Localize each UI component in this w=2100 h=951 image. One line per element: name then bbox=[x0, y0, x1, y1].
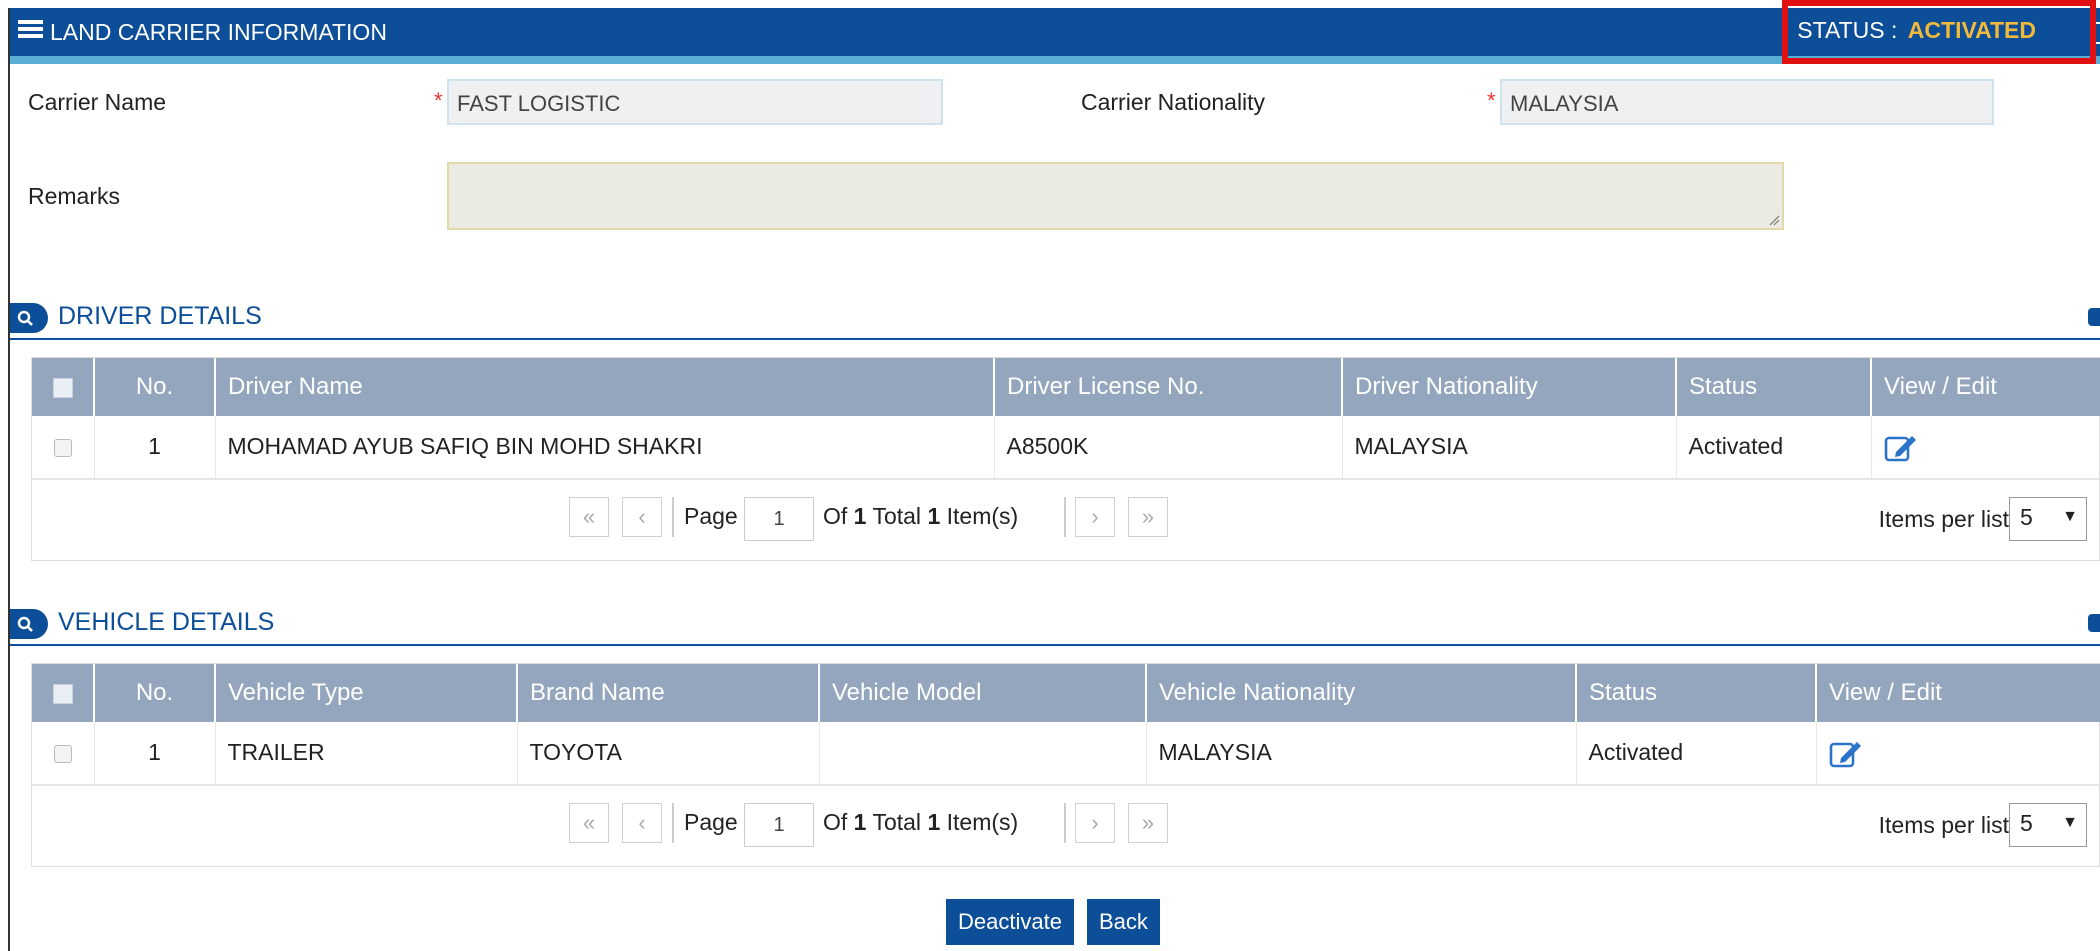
table-header-row: No. Driver Name Driver License No. Drive… bbox=[32, 358, 2100, 416]
driver-table: No. Driver Name Driver License No. Drive… bbox=[31, 357, 2100, 561]
items-per-list-select[interactable]: 5 ▼ bbox=[2009, 496, 2087, 541]
column-header[interactable]: Vehicle Model bbox=[819, 664, 1147, 722]
chevron-down-icon: ▼ bbox=[2062, 507, 2078, 525]
items-per-list-label: Items per list bbox=[1878, 811, 2009, 838]
vehicle-status-cell: Activated bbox=[1576, 722, 1817, 785]
view-edit-cell bbox=[1871, 416, 2100, 479]
resize-handle-icon[interactable] bbox=[1768, 214, 1780, 226]
prev-page-button[interactable]: ‹ bbox=[622, 496, 662, 537]
column-header[interactable]: Status bbox=[1576, 664, 1817, 722]
menu-icon bbox=[18, 20, 43, 42]
column-header[interactable]: Driver Nationality bbox=[1342, 358, 1677, 416]
select-all-checkbox[interactable] bbox=[32, 358, 95, 416]
column-header[interactable]: Vehicle Type bbox=[215, 664, 518, 722]
column-header[interactable]: No. bbox=[94, 664, 216, 722]
select-all-checkbox[interactable] bbox=[32, 664, 95, 722]
chevron-down-icon: ▼ bbox=[2062, 813, 2078, 831]
edit-icon[interactable] bbox=[1884, 432, 1918, 462]
back-button[interactable]: Back bbox=[1087, 899, 1160, 945]
items-per-list-label: Items per list bbox=[1878, 505, 2009, 532]
page-input[interactable]: 1 bbox=[744, 802, 814, 847]
column-header[interactable]: Status bbox=[1676, 358, 1872, 416]
vehicle-nationality-cell: MALAYSIA bbox=[1146, 722, 1577, 785]
table-row: 1 MOHAMAD AYUB SAFIQ BIN MOHD SHAKRI A85… bbox=[32, 416, 2100, 479]
pager-separator bbox=[672, 802, 674, 843]
column-header: View / Edit bbox=[1816, 664, 2100, 722]
vehicle-table: No. Vehicle Type Brand Name Vehicle Mode… bbox=[31, 663, 2100, 867]
edit-icon[interactable] bbox=[1829, 738, 1863, 768]
vehicle-details-header: VEHICLE DETAILS bbox=[10, 604, 2100, 646]
view-edit-cell bbox=[1816, 722, 2100, 785]
page-label: Page bbox=[684, 808, 738, 835]
vehicle-pager: « ‹ Page 1 Of 1 Total 1 Item(s) › » Item… bbox=[32, 784, 2099, 866]
column-header[interactable]: Brand Name bbox=[517, 664, 820, 722]
driver-pager: « ‹ Page 1 Of 1 Total 1 Item(s) › » Item… bbox=[32, 478, 2099, 560]
panel-title: LAND CARRIER INFORMATION bbox=[50, 19, 387, 45]
table-row: 1 TRAILER TOYOTA MALAYSIA Activated bbox=[32, 722, 2100, 785]
remarks-label: Remarks bbox=[28, 183, 121, 209]
column-header[interactable]: No. bbox=[94, 358, 216, 416]
driver-status-cell: Activated bbox=[1676, 416, 1872, 479]
row-checkbox[interactable] bbox=[32, 722, 95, 785]
vehicle-model-cell bbox=[819, 722, 1147, 785]
first-page-button[interactable]: « bbox=[569, 802, 609, 843]
page-input[interactable]: 1 bbox=[744, 496, 814, 541]
column-header[interactable]: Driver License No. bbox=[994, 358, 1343, 416]
table-header-row: No. Vehicle Type Brand Name Vehicle Mode… bbox=[32, 664, 2100, 722]
carrier-nationality-field[interactable]: MALAYSIA bbox=[1500, 79, 1994, 125]
search-icon[interactable] bbox=[10, 303, 48, 333]
collapse-icon[interactable] bbox=[2088, 308, 2100, 326]
driver-name-cell: MOHAMAD AYUB SAFIQ BIN MOHD SHAKRI bbox=[215, 416, 995, 479]
vehicle-type-cell: TRAILER bbox=[215, 722, 518, 785]
required-mark: * bbox=[434, 88, 443, 113]
search-icon[interactable] bbox=[10, 609, 48, 639]
items-per-list-value: 5 bbox=[2020, 503, 2033, 530]
column-header: View / Edit bbox=[1871, 358, 2100, 416]
page-label: Page bbox=[684, 502, 738, 529]
deactivate-button[interactable]: Deactivate bbox=[946, 899, 1074, 945]
driver-nationality-cell: MALAYSIA bbox=[1342, 416, 1677, 479]
page-summary: Of 1 Total 1 Item(s) bbox=[823, 502, 1019, 529]
next-page-button[interactable]: › bbox=[1075, 496, 1115, 537]
first-page-button[interactable]: « bbox=[569, 496, 609, 537]
carrier-nationality-label: Carrier Nationality bbox=[1081, 89, 1266, 115]
status-highlight-box bbox=[1782, 0, 2096, 64]
driver-details-header: DRIVER DETAILS bbox=[10, 298, 2100, 340]
page-summary: Of 1 Total 1 Item(s) bbox=[823, 808, 1019, 835]
carrier-name-label: Carrier Name bbox=[28, 89, 167, 115]
remarks-textarea[interactable] bbox=[447, 162, 1784, 230]
pager-separator bbox=[1064, 496, 1066, 537]
row-checkbox[interactable] bbox=[32, 416, 95, 479]
required-mark: * bbox=[1487, 88, 1496, 113]
column-header[interactable]: Driver Name bbox=[215, 358, 995, 416]
items-per-list-value: 5 bbox=[2020, 809, 2033, 836]
collapse-icon[interactable] bbox=[2088, 614, 2100, 632]
vehicle-details-title: VEHICLE DETAILS bbox=[58, 608, 275, 636]
page-left-border bbox=[8, 8, 10, 951]
last-page-button[interactable]: » bbox=[1128, 496, 1168, 537]
pager-separator bbox=[672, 496, 674, 537]
driver-details-title: DRIVER DETAILS bbox=[58, 302, 262, 330]
prev-page-button[interactable]: ‹ bbox=[622, 802, 662, 843]
row-number: 1 bbox=[94, 722, 216, 785]
items-per-list-select[interactable]: 5 ▼ bbox=[2009, 802, 2087, 847]
driver-license-cell: A8500K bbox=[994, 416, 1343, 479]
last-page-button[interactable]: » bbox=[1128, 802, 1168, 843]
row-number: 1 bbox=[94, 416, 216, 479]
brand-name-cell: TOYOTA bbox=[517, 722, 820, 785]
next-page-button[interactable]: › bbox=[1075, 802, 1115, 843]
carrier-name-field[interactable]: FAST LOGISTIC bbox=[447, 79, 943, 125]
pager-separator bbox=[1064, 802, 1066, 843]
column-header[interactable]: Vehicle Nationality bbox=[1146, 664, 1577, 722]
